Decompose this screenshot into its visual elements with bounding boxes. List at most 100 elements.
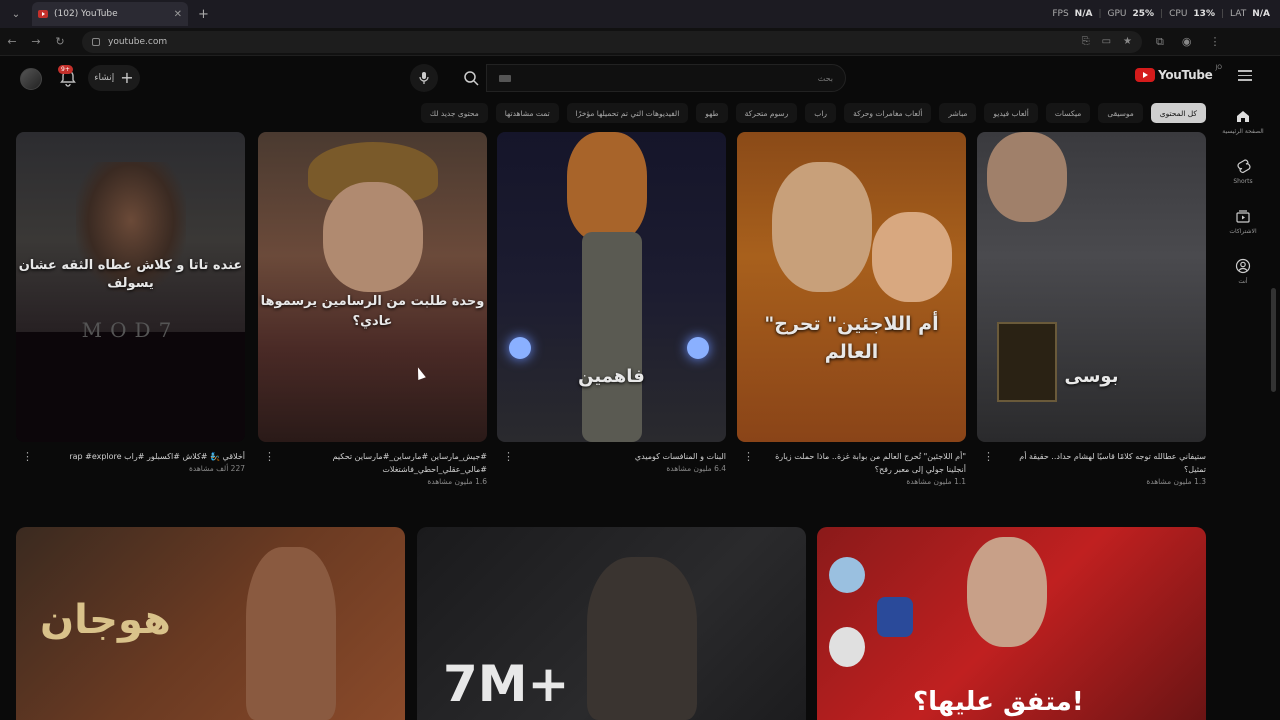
sidebar-item-shorts[interactable]: Shorts: [1206, 158, 1280, 185]
youtube-logo[interactable]: YouTube JO: [1135, 64, 1222, 82]
search-input[interactable]: بحث: [486, 64, 846, 92]
extensions-icon[interactable]: ⧉: [1156, 35, 1164, 49]
short-views: 227 ألف مشاهدة: [188, 464, 245, 473]
short-caption: عنده تاتا و كلاش عطاه الثقه عشان يسولف: [18, 258, 243, 291]
forward-icon[interactable]: →: [24, 35, 48, 48]
search-icon: [464, 71, 479, 86]
chip-watched[interactable]: تمت مشاهدتها: [495, 103, 559, 123]
short-meta: ستيفاني عطالله توجه كلامًا قاسيًا لهشام …: [977, 450, 1206, 486]
you-icon: [1235, 258, 1251, 274]
sidebar-item-label: الصفحة الرئيسية: [1222, 128, 1264, 135]
keyboard-icon[interactable]: [499, 74, 511, 82]
sidebar-item-subscriptions[interactable]: الاشتراكات: [1206, 208, 1280, 235]
chip-new-to-you[interactable]: محتوى جديد لك: [420, 103, 488, 123]
logo-region: JO: [1215, 63, 1223, 71]
short-title[interactable]: البنات و المنافسات كوميدي: [515, 450, 726, 463]
chip-all[interactable]: كل المحتوى: [1150, 103, 1206, 123]
short-caption: وحدة طلبت من الرسامين يرسموها عادي؟: [260, 294, 485, 329]
video-thumbnail[interactable]: متفق عليها؟!: [817, 527, 1206, 720]
more-options-icon[interactable]: ⋮: [983, 450, 994, 463]
translate-icon[interactable]: ⎘: [1082, 36, 1090, 47]
sidebar-item-label: Shorts: [1233, 178, 1253, 185]
performance-overlay: FPS N/A | GPU 25% | CPU 13% | LAT N/A: [1052, 9, 1270, 19]
page-scrollbar[interactable]: [1271, 288, 1276, 392]
video-thumbnail[interactable]: 7M+: [417, 527, 806, 720]
short-meta: البنات و المنافسات كوميدي 6.4 مليون مشاه…: [497, 450, 726, 473]
chip-animation[interactable]: رسوم متحركة: [735, 103, 798, 123]
short-views: 1.6 مليون مشاهدة: [427, 477, 487, 486]
chip-action-adventure[interactable]: ألعاب مغامرات وحركة: [844, 103, 932, 123]
tab-list-button[interactable]: ⌄: [4, 3, 28, 25]
address-bar: ← → ↻ youtube.com ⎘ ▭ ★ ⧉ ◉ ⋮: [0, 28, 1280, 56]
short-views: 1.3 مليون مشاهدة: [1146, 477, 1206, 486]
video-overlay-text: متفق عليها؟!: [913, 687, 1084, 717]
short-title[interactable]: "أم اللاجئين" تُحرج العالم من بوابة غزة.…: [755, 450, 966, 476]
chip-live[interactable]: مباشر: [939, 103, 977, 123]
cpu-label: CPU: [1169, 9, 1188, 19]
cast-icon[interactable]: ▭: [1102, 36, 1111, 47]
shorts-shelf: عنده تاتا و كلاش عطاه الثقه عشان يسولف M…: [16, 132, 1206, 502]
short-card[interactable]: عنده تاتا و كلاش عطاه الثقه عشان يسولف M…: [16, 132, 245, 473]
sidebar-item-label: الاشتراكات: [1229, 228, 1257, 235]
avatar[interactable]: [20, 68, 42, 90]
video-thumbnail[interactable]: هوجان: [16, 527, 405, 720]
plus-icon: +: [120, 68, 134, 87]
profile-icon[interactable]: ◉: [1182, 35, 1192, 49]
tab-close-icon[interactable]: ✕: [174, 9, 182, 20]
sidebar-item-you[interactable]: أنت: [1206, 258, 1280, 285]
video-overlay-text: هوجان: [40, 597, 171, 643]
home-icon: [1237, 111, 1249, 122]
more-options-icon[interactable]: ⋮: [264, 450, 275, 463]
search-button[interactable]: [456, 64, 486, 92]
url-text: youtube.com: [108, 36, 168, 47]
sidebar-item-home[interactable]: الصفحة الرئيسية: [1206, 108, 1280, 135]
gpu-value: 25%: [1132, 9, 1155, 19]
short-thumbnail[interactable]: وحدة طلبت من الرسامين يرسموها عادي؟: [258, 132, 487, 442]
browser-tab[interactable]: (102) YouTube ✕: [32, 2, 188, 26]
lat-label: LAT: [1230, 9, 1247, 19]
youtube-favicon-icon: [38, 10, 48, 18]
short-thumbnail[interactable]: عنده تاتا و كلاش عطاه الثقه عشان يسولف M…: [16, 132, 245, 442]
chip-music[interactable]: موسيقى: [1098, 103, 1143, 123]
chip-mixes[interactable]: ميكسات: [1045, 103, 1091, 123]
more-options-icon[interactable]: ⋮: [22, 450, 33, 463]
short-card[interactable]: وحدة طلبت من الرسامين يرسموها عادي؟ #جيش…: [258, 132, 487, 486]
bookmark-star-icon[interactable]: ★: [1123, 36, 1132, 47]
reload-icon[interactable]: ↻: [48, 35, 72, 48]
short-caption: فاهمين: [578, 366, 645, 387]
short-title[interactable]: ستيفاني عطالله توجه كلامًا قاسيًا لهشام …: [995, 450, 1206, 476]
youtube-play-icon: [1135, 68, 1156, 82]
cpu-value: 13%: [1193, 9, 1215, 19]
browser-menu-icon[interactable]: ⋮: [1209, 35, 1220, 49]
new-tab-button[interactable]: +: [198, 7, 209, 22]
short-caption: بوسى: [1064, 366, 1119, 387]
notifications-button[interactable]: 9+: [58, 65, 78, 88]
short-thumbnail[interactable]: بوسى: [977, 132, 1206, 442]
short-views: 1.1 مليون مشاهدة: [906, 477, 966, 486]
search-placeholder: بحث: [817, 73, 833, 83]
short-card[interactable]: "أم اللاجئين" تحرج العالم "أم اللاجئين" …: [737, 132, 966, 486]
short-card[interactable]: فاهمين البنات و المنافسات كوميدي 6.4 ملي…: [497, 132, 726, 473]
chip-cooking[interactable]: طهو: [696, 103, 728, 123]
short-thumbnail[interactable]: فاهمين: [497, 132, 726, 442]
more-options-icon[interactable]: ⋮: [503, 450, 514, 463]
filter-chips: كل المحتوى موسيقى ميكسات ألعاب فيديو مبا…: [420, 103, 1206, 123]
notification-badge: 9+: [58, 65, 73, 74]
short-title[interactable]: أخلاقي 🧞 #كلاش #اكسبلور #راب rap #explor…: [34, 450, 245, 463]
microphone-icon: [419, 72, 429, 84]
short-thumbnail[interactable]: "أم اللاجئين" تحرج العالم: [737, 132, 966, 442]
chip-video-games[interactable]: ألعاب فيديو: [984, 103, 1038, 123]
chip-recently-uploaded[interactable]: الفيديوهات التي تم تحميلها مؤخرًا: [566, 103, 689, 123]
short-title[interactable]: #جيش_مارساين #مارساين_#مارساين تحكيم #ما…: [276, 450, 487, 476]
short-card[interactable]: بوسى ستيفاني عطالله توجه كلامًا قاسيًا ل…: [977, 132, 1206, 486]
more-options-icon[interactable]: ⋮: [743, 450, 754, 463]
url-field[interactable]: youtube.com ⎘ ▭ ★: [82, 30, 1142, 53]
site-info-icon[interactable]: [92, 37, 100, 46]
back-icon[interactable]: ←: [0, 35, 24, 48]
voice-search-button[interactable]: [410, 64, 438, 92]
video-overlay-text: 7M+: [443, 655, 570, 713]
chip-rap[interactable]: راب: [805, 103, 837, 123]
hamburger-menu-icon[interactable]: [1238, 70, 1252, 82]
create-button[interactable]: إنشاء +: [88, 65, 140, 91]
short-views: 6.4 مليون مشاهدة: [666, 464, 726, 473]
